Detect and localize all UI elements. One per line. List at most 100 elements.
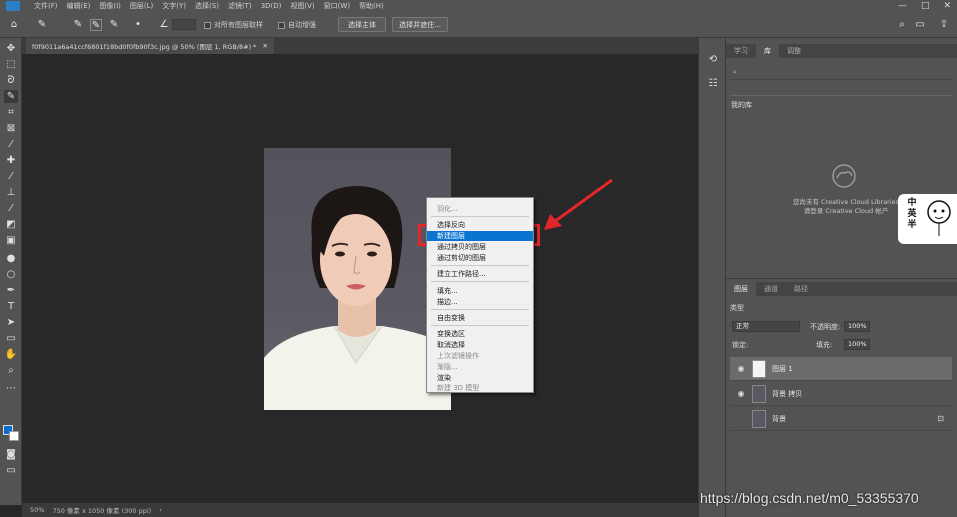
close-button[interactable]: ✕ [943, 1, 951, 11]
minimize-button[interactable]: — [898, 1, 907, 11]
opacity-field[interactable]: 100% [844, 321, 870, 332]
sample-all-layers-checkbox[interactable]: 对所有图层取样 [204, 20, 263, 30]
tab-libraries[interactable]: 库 [756, 44, 779, 58]
menu-item-render[interactable]: 渲染 [427, 373, 533, 383]
more-tools-icon[interactable]: ⋯ [4, 382, 18, 395]
sticker-char: 中 [907, 198, 917, 208]
menu-item-select-inverse[interactable]: 选择反向 [427, 220, 533, 230]
brush-size-icon[interactable]: • [132, 19, 144, 31]
pen-tool-icon[interactable]: ✒ [4, 284, 18, 297]
layer-row[interactable]: ◉ 图层 1 [730, 357, 952, 381]
move-tool-icon[interactable]: ✥ [4, 42, 18, 55]
quick-mask-icon[interactable]: ◙ [4, 448, 18, 461]
menu-view[interactable]: 视图(V) [290, 1, 314, 11]
angle-field[interactable] [172, 19, 196, 30]
search-icon[interactable]: ⌕ [896, 19, 908, 31]
menu-filter[interactable]: 滤镜(T) [228, 1, 252, 11]
workspace-icon[interactable]: ▭ [914, 19, 926, 31]
clone-stamp-icon[interactable]: ⊥ [4, 186, 18, 199]
menu-help[interactable]: 帮助(H) [359, 1, 384, 11]
select-subject-button[interactable]: 选择主体 [338, 17, 386, 32]
history-brush-icon[interactable]: ⁄ [4, 202, 18, 215]
menu-select[interactable]: 选择(S) [195, 1, 219, 11]
rectangle-tool-icon[interactable]: ▭ [4, 332, 18, 345]
tab-adjustments[interactable]: 调整 [779, 44, 809, 58]
library-search-input[interactable]: ⌕ [730, 66, 952, 80]
type-tool-icon[interactable]: T [4, 300, 18, 313]
layer-row[interactable]: ◉ 背景 拷贝 [730, 382, 952, 406]
document-tab[interactable]: f0f9011a6a41ccf6801f18bd0f0fb90f3c.jpg @… [26, 38, 274, 54]
tab-channels[interactable]: 通道 [756, 282, 786, 296]
menu-item-make-work-path[interactable]: 建立工作路径... [427, 269, 533, 279]
home-icon[interactable]: ⌂ [8, 19, 20, 31]
context-menu: 羽化... 选择反向 新建图层 通过拷贝的图层 通过剪切的图层 建立工作路径..… [426, 197, 534, 393]
portrait-photo[interactable] [264, 148, 451, 410]
select-and-mask-button[interactable]: 选择并遮住... [392, 17, 448, 32]
crop-tool-icon[interactable]: ⌗ [4, 106, 18, 119]
menu-item-fade[interactable]: 渐隐... [427, 362, 533, 372]
menu-item-layer-via-copy[interactable]: 通过拷贝的图层 [427, 242, 533, 252]
fill-field[interactable]: 100% [844, 339, 870, 350]
layer-row[interactable]: 背景 ⊡ [730, 407, 952, 431]
menu-item-new-layer[interactable]: 新建图层 [427, 231, 533, 241]
maximize-button[interactable]: □ [921, 1, 930, 11]
tab-layers[interactable]: 图层 [726, 282, 756, 296]
menu-type[interactable]: 文字(Y) [162, 1, 186, 11]
menu-layer[interactable]: 图层(L) [130, 1, 153, 11]
menu-window[interactable]: 窗口(W) [324, 1, 350, 11]
gradient-tool-icon[interactable]: ▣ [4, 234, 18, 247]
menu-item-new-3d[interactable]: 新建 3D 模型 [427, 383, 533, 393]
tab-paths[interactable]: 路径 [786, 282, 816, 296]
quick-selection-tool-icon[interactable]: ✎ [4, 90, 18, 103]
subtract-selection-icon[interactable]: ✎ [108, 19, 120, 31]
menu-item-transform-selection[interactable]: 变换选区 [427, 329, 533, 339]
eyedropper-tool-icon[interactable]: ⁄ [4, 138, 18, 151]
tab-learn[interactable]: 学习 [726, 44, 756, 58]
blur-tool-icon[interactable]: ● [4, 252, 18, 265]
zoom-tool-icon[interactable]: ⌕ [4, 364, 18, 377]
menu-item-last-filter[interactable]: 上次滤镜操作 [427, 351, 533, 361]
sticker-char: 英 [907, 209, 917, 219]
library-dropdown[interactable] [730, 84, 952, 96]
healing-brush-icon[interactable]: ✚ [4, 154, 18, 167]
menu-item-stroke[interactable]: 描边... [427, 297, 533, 307]
hand-tool-icon[interactable]: ✋ [4, 348, 18, 361]
properties-panel-icon[interactable]: ☷ [707, 78, 719, 90]
new-selection-icon[interactable]: ✎ [72, 19, 84, 31]
path-select-icon[interactable]: ➤ [4, 316, 18, 329]
menu-item-free-transform[interactable]: 自由变换 [427, 313, 533, 323]
filter-kind-select[interactable]: 类型 [730, 303, 744, 313]
eye-icon[interactable]: ◉ [736, 364, 746, 374]
eraser-tool-icon[interactable]: ◩ [4, 218, 18, 231]
menu-3d[interactable]: 3D(D) [261, 2, 282, 10]
side-sticker[interactable]: 中 英 半 [898, 194, 957, 244]
menu-item-fill[interactable]: 填充... [427, 286, 533, 296]
ps-logo[interactable] [6, 1, 20, 11]
menu-item-deselect[interactable]: 取消选择 [427, 340, 533, 350]
auto-enhance-checkbox[interactable]: 自动增强 [278, 20, 316, 30]
eye-icon[interactable]: ◉ [736, 389, 746, 399]
status-arrow-icon[interactable]: › [159, 506, 162, 514]
background-color-swatch[interactable] [9, 431, 19, 441]
lasso-tool-icon[interactable]: ᘐ [4, 74, 18, 87]
menu-separator [431, 281, 529, 282]
library-select[interactable]: 我的库 [731, 100, 752, 110]
screen-mode-icon[interactable]: ▭ [4, 464, 18, 477]
frame-tool-icon[interactable]: ⊠ [4, 122, 18, 135]
close-tab-icon[interactable]: ✕ [262, 42, 267, 50]
dodge-tool-icon[interactable]: ○ [4, 268, 18, 281]
zoom-level[interactable]: 50% [30, 506, 44, 514]
quick-select-tool-icon[interactable]: ✎ [36, 19, 48, 31]
share-icon[interactable]: ⇪ [938, 19, 950, 31]
menu-image[interactable]: 图像(I) [99, 1, 121, 11]
marquee-tool-icon[interactable]: ⬚ [4, 58, 18, 71]
menu-item-feather[interactable]: 羽化... [427, 204, 533, 214]
menu-file[interactable]: 文件(F) [34, 1, 58, 11]
brush-tool-icon[interactable]: ⁄ [4, 170, 18, 183]
angle-icon[interactable]: ∠ [158, 19, 170, 31]
add-selection-icon[interactable]: ✎ [90, 19, 102, 31]
blend-mode-select[interactable]: 正常 [732, 321, 800, 332]
menu-item-layer-via-cut[interactable]: 通过剪切的图层 [427, 253, 533, 263]
history-panel-icon[interactable]: ⟲ [707, 54, 719, 66]
menu-edit[interactable]: 编辑(E) [67, 1, 91, 11]
